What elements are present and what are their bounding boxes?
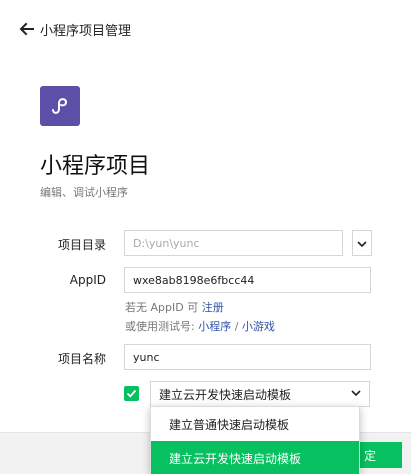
template-dropdown-menu: 建立普通快速启动模板 建立云开发快速启动模板 (150, 406, 360, 474)
register-hint-text: 若无 AppID 可 (125, 301, 202, 314)
test-account-hint: 或使用测试号: 小程序 / 小游戏 (125, 318, 275, 334)
appid-label: AppID (69, 273, 106, 287)
page-subtitle: 编辑、调试小程序 (40, 186, 128, 199)
directory-input[interactable]: D:\yun\yunc (124, 230, 343, 256)
page-title: 小程序项目 (40, 154, 151, 179)
template-option-cloud[interactable]: 建立云开发快速启动模板 (151, 441, 359, 474)
minigame-test-link[interactable]: 小游戏 (242, 320, 275, 333)
chevron-down-icon (351, 387, 361, 401)
link-separator: / (231, 320, 242, 333)
register-hint: 若无 AppID 可 注册 (125, 299, 224, 315)
project-name-input[interactable]: yunc (124, 344, 371, 370)
test-account-hint-text: 或使用测试号: (125, 320, 199, 333)
checkmark-icon (126, 384, 137, 403)
appid-input[interactable]: wxe8ab8198e6fbcc44 (124, 267, 371, 293)
template-select[interactable]: 建立云开发快速启动模板 (150, 381, 370, 407)
page-header-title: 小程序项目管理 (40, 23, 132, 39)
miniprogram-logo-icon (40, 86, 80, 126)
register-link[interactable]: 注册 (202, 301, 224, 314)
directory-dropdown-button[interactable] (352, 230, 372, 256)
chevron-down-icon (357, 234, 367, 253)
miniprogram-test-link[interactable]: 小程序 (198, 320, 231, 333)
template-checkbox[interactable] (124, 386, 139, 401)
template-option-normal[interactable]: 建立普通快速启动模板 (151, 407, 359, 441)
top-bar: 小程序项目管理 (0, 0, 411, 58)
template-select-value: 建立云开发快速启动模板 (159, 387, 292, 402)
directory-label: 项目目录 (57, 238, 106, 252)
arrow-left-icon[interactable] (18, 20, 36, 38)
project-name-label: 项目名称 (57, 352, 106, 366)
